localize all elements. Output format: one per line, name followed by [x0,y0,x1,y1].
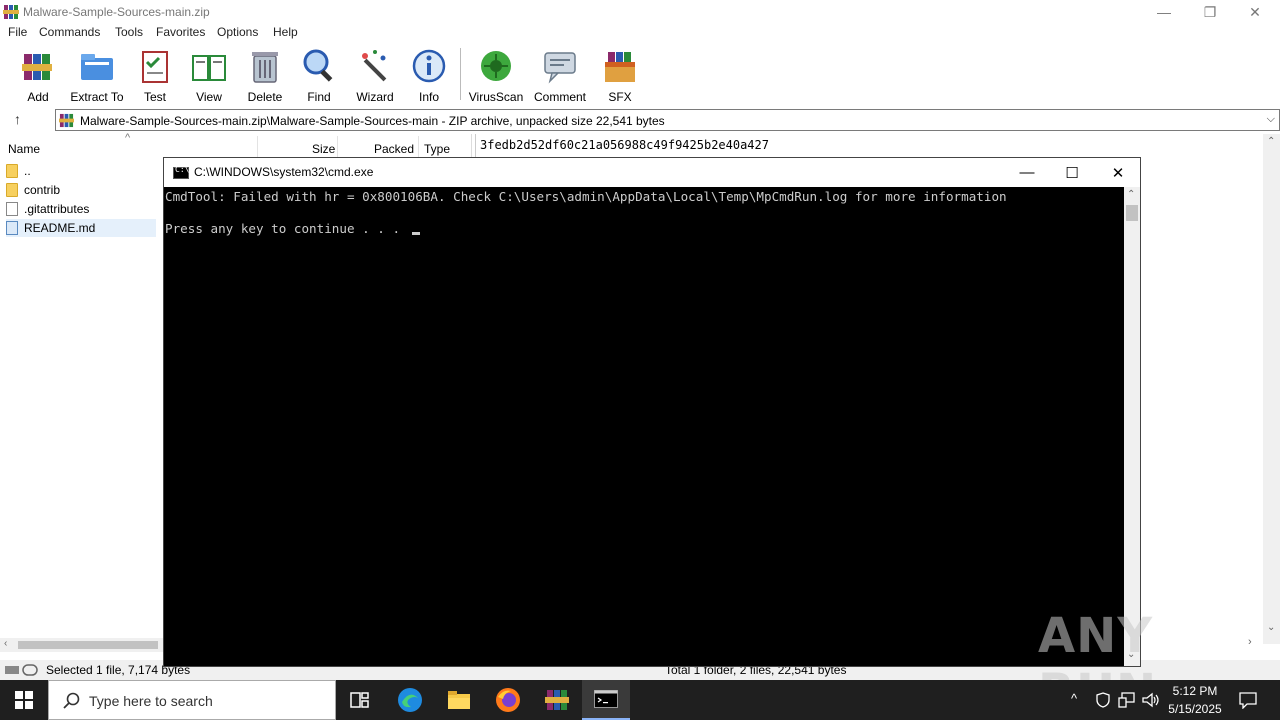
winrar-app-icon [3,5,19,19]
firefox-icon [496,688,520,712]
toolbar-separator [460,48,461,100]
drive-icon [5,664,38,676]
clock-time[interactable]: 5:12 PM [1167,684,1223,698]
winrar-taskbar-button[interactable] [533,680,581,720]
edge-taskbar-button[interactable] [386,680,434,720]
folder-icon [6,183,18,197]
cmd-minimize-button[interactable]: — [1004,158,1050,187]
info-icon [412,49,446,83]
console-prompt-line: Press any key to continue . . . [165,221,420,236]
security-icon[interactable] [1096,692,1110,708]
test-icon [142,51,168,83]
clock-date[interactable]: 5/15/2025 [1167,702,1223,716]
search-icon [63,692,80,709]
archive-icon [59,113,74,128]
show-hidden-icons-chevron-icon[interactable]: ^ [1071,691,1077,706]
menu-favorites[interactable]: Favorites [156,25,205,39]
network-icon[interactable] [1118,692,1136,708]
column-packed[interactable]: Packed [374,142,414,156]
minimize-button[interactable]: — [1141,0,1187,24]
up-folder-icon[interactable]: ↑ [14,111,21,127]
address-bar: ↑ Malware-Sample-Sources-main.zip\Malwar… [0,108,1280,132]
firefox-taskbar-button[interactable] [484,680,532,720]
toolbar: Add Extract To Test View Delete Find Wiz… [0,44,1280,106]
chevron-down-icon[interactable]: ⌵ [1267,113,1275,126]
comment-icon [544,52,576,84]
cmd-icon: C:\ [173,165,189,179]
list-item[interactable]: contrib [6,181,156,199]
window-title: Malware-Sample-Sources-main.zip [23,5,210,19]
cmd-maximize-button[interactable]: ☐ [1049,158,1095,187]
column-size[interactable]: Size [312,142,335,156]
sfx-button[interactable]: SFX [600,48,640,104]
archive-comment: 3fedb2d52df60c21a056988c49f9425b2e40a427 [480,138,769,152]
comment-button[interactable]: Comment [532,48,588,104]
task-view-button[interactable] [336,680,384,720]
menu-help[interactable]: Help [273,25,298,39]
find-button[interactable]: Find [300,48,338,104]
delete-button[interactable]: Delete [245,48,285,104]
find-icon [303,49,333,82]
console-line: CmdTool: Failed with hr = 0x800106BA. Ch… [165,189,1007,204]
sfx-icon [605,52,635,82]
horizontal-scrollbar[interactable]: ‹ [0,638,165,652]
menu-options[interactable]: Options [217,25,258,39]
test-button[interactable]: Test [137,48,173,104]
sort-asc-icon: ^ [125,132,131,144]
notifications-icon[interactable] [1239,691,1257,709]
info-button[interactable]: Info [411,48,447,104]
restore-button[interactable]: ❐ [1187,0,1233,24]
column-type[interactable]: Type [424,142,450,156]
windows-logo-icon [15,691,33,709]
list-item-selected[interactable]: README.md [6,219,156,237]
file-icon [6,202,18,216]
column-name[interactable]: Name [8,142,40,156]
cmd-title: C:\WINDOWS\system32\cmd.exe [194,165,374,179]
menu-commands[interactable]: Commands [39,25,100,39]
edge-icon [398,688,422,712]
view-icon [192,55,226,81]
winrar-icon [545,690,569,710]
extract-to-icon [81,54,113,80]
list-item[interactable]: .gitattributes [6,200,156,218]
cmd-titlebar: C:\ C:\WINDOWS\system32\cmd.exe — ☐ ✕ [164,158,1140,187]
task-view-icon [350,692,369,708]
close-button[interactable]: ✕ [1232,0,1278,24]
search-placeholder: Type here to search [89,693,213,709]
winrar-titlebar: Malware-Sample-Sources-main.zip — ❐ ✕ [0,0,1280,24]
cursor [411,232,420,235]
list-item[interactable]: .. [6,162,156,180]
path-field[interactable]: Malware-Sample-Sources-main.zip\Malware-… [55,109,1280,131]
vertical-scrollbar[interactable]: ⌃ ⌄ [1263,134,1280,644]
wizard-button[interactable]: Wizard [355,48,395,104]
cmd-icon [594,690,618,708]
folder-icon [448,691,470,709]
virusscan-icon [481,51,511,81]
view-button[interactable]: View [188,48,230,104]
add-button[interactable]: Add [18,48,58,104]
markdown-file-icon [6,221,18,235]
taskbar: Type here to search ^ 5:12 PM 5/15/2025 [0,680,1280,720]
cmd-close-button[interactable]: ✕ [1095,158,1141,187]
extract-to-button[interactable]: Extract To [70,48,124,104]
cmd-taskbar-button[interactable] [582,680,630,720]
menu-bar: File Commands Tools Favorites Options He… [0,24,1280,42]
volume-icon[interactable] [1142,692,1160,708]
virusscan-button[interactable]: VirusScan [469,48,523,104]
taskbar-search[interactable]: Type here to search [48,680,336,720]
menu-file[interactable]: File [8,25,27,39]
cmd-window: C:\ C:\WINDOWS\system32\cmd.exe — ☐ ✕ Cm… [163,157,1141,667]
folder-icon [6,164,18,178]
path-text: Malware-Sample-Sources-main.zip\Malware-… [80,114,665,128]
file-explorer-taskbar-button[interactable] [435,680,483,720]
menu-tools[interactable]: Tools [115,25,143,39]
add-icon [22,54,52,80]
cmd-vertical-scrollbar[interactable]: ⌃ ⌄ [1124,187,1140,666]
console-output[interactable]: CmdTool: Failed with hr = 0x800106BA. Ch… [164,187,1124,666]
start-button[interactable] [0,680,48,720]
delete-icon [252,52,278,83]
wizard-icon [362,50,387,82]
